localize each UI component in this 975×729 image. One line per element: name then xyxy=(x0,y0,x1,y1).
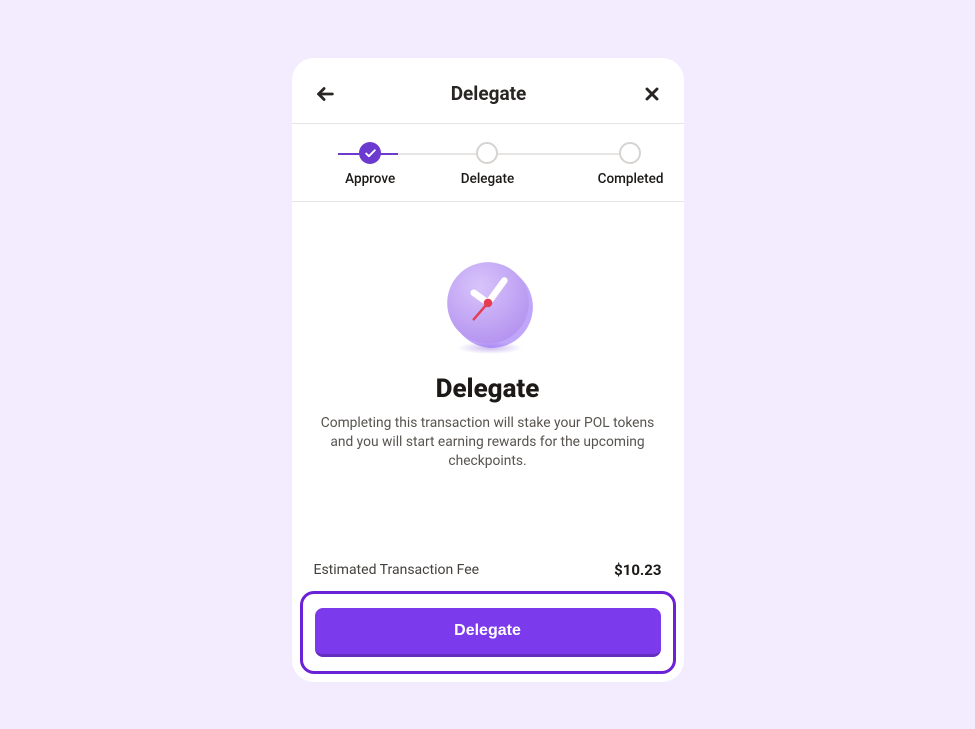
modal-content: Delegate Completing this transaction wil… xyxy=(292,202,684,489)
fee-row: Estimated Transaction Fee $10.23 xyxy=(292,489,684,587)
step-completed-circle xyxy=(619,142,641,164)
step-delegate-circle xyxy=(476,142,498,164)
fee-value: $10.23 xyxy=(614,561,661,579)
step-delegate-label: Delegate xyxy=(461,171,514,187)
action-highlight: Delegate xyxy=(300,591,676,674)
delegate-modal: Delegate Approve Delegate Completed xyxy=(292,58,684,682)
progress-stepper: Approve Delegate Completed xyxy=(292,124,684,201)
check-icon xyxy=(364,147,377,160)
close-button[interactable] xyxy=(642,84,662,104)
step-completed: Completed xyxy=(546,142,663,187)
clock-icon xyxy=(437,254,539,356)
delegate-button[interactable]: Delegate xyxy=(315,608,661,657)
step-approve: Approve xyxy=(312,142,429,187)
content-title: Delegate xyxy=(314,374,662,404)
close-icon xyxy=(642,84,662,104)
step-completed-label: Completed xyxy=(598,171,664,187)
arrow-left-icon xyxy=(314,83,336,105)
modal-header: Delegate xyxy=(292,58,684,123)
step-approve-label: Approve xyxy=(345,171,395,187)
step-delegate: Delegate xyxy=(429,142,546,187)
step-approve-circle xyxy=(359,142,381,164)
content-description: Completing this transaction will stake y… xyxy=(314,414,662,471)
back-button[interactable] xyxy=(314,83,336,105)
fee-label: Estimated Transaction Fee xyxy=(314,562,480,578)
modal-title: Delegate xyxy=(451,82,527,105)
